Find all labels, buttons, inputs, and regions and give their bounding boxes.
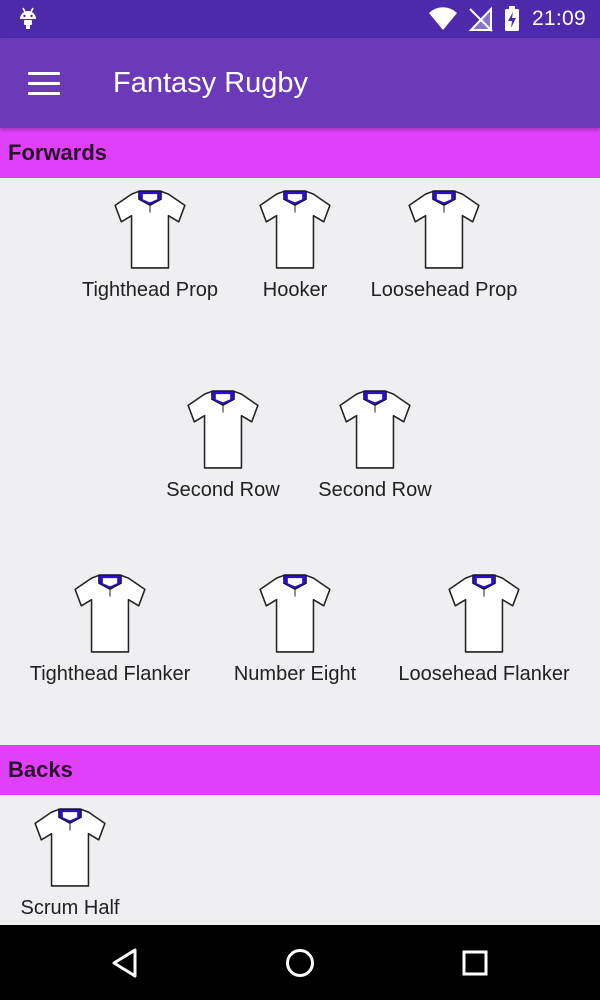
player-slot-loosehead-flanker[interactable]: Loosehead Flanker bbox=[384, 572, 584, 686]
player-slot-label: Scrum Half bbox=[20, 897, 120, 919]
back-triangle-icon[interactable] bbox=[107, 945, 143, 981]
battery-charging-icon bbox=[504, 6, 519, 31]
app-bar: Fantasy Rugby bbox=[0, 38, 600, 128]
player-slot-label: Loosehead Prop bbox=[370, 279, 518, 301]
shirt-icon bbox=[114, 190, 186, 269]
shirt-icon bbox=[448, 574, 520, 653]
no-sim-icon bbox=[468, 6, 493, 32]
status-time: 21:09 bbox=[531, 7, 586, 30]
shirt-icon bbox=[259, 190, 331, 269]
home-circle-icon[interactable] bbox=[282, 945, 318, 981]
shirt-icon bbox=[408, 190, 480, 269]
player-slot-label: Tighthead Flanker bbox=[29, 663, 191, 685]
android-icon bbox=[20, 7, 36, 29]
player-slot-label: Second Row bbox=[318, 479, 432, 501]
app-title: Fantasy Rugby bbox=[113, 67, 309, 99]
system-navigation-bar bbox=[0, 925, 600, 1000]
wifi-icon bbox=[428, 7, 457, 30]
player-slot-scrum-half[interactable]: Scrum Half bbox=[0, 806, 170, 920]
status-bar: 21:09 bbox=[0, 0, 600, 38]
shirt-icon bbox=[339, 390, 411, 469]
shirt-icon bbox=[34, 808, 106, 887]
hamburger-menu-icon[interactable] bbox=[28, 72, 60, 95]
player-slot-tighthead-flanker[interactable]: Tighthead Flanker bbox=[10, 572, 210, 686]
section-header-forwards: Forwards bbox=[0, 128, 600, 178]
player-slot-label: Number Eight bbox=[233, 663, 357, 685]
shirt-icon bbox=[74, 574, 146, 653]
player-slot-label: Loosehead Flanker bbox=[398, 663, 570, 685]
player-slot-loosehead-prop[interactable]: Loosehead Prop bbox=[344, 188, 544, 302]
shirt-icon bbox=[187, 390, 259, 469]
player-slot-second-row-2[interactable]: Second Row bbox=[275, 388, 475, 502]
player-slot-number-eight[interactable]: Number Eight bbox=[195, 572, 395, 686]
shirt-icon bbox=[259, 574, 331, 653]
section-header-backs: Backs bbox=[0, 745, 600, 795]
recents-square-icon[interactable] bbox=[457, 945, 493, 981]
